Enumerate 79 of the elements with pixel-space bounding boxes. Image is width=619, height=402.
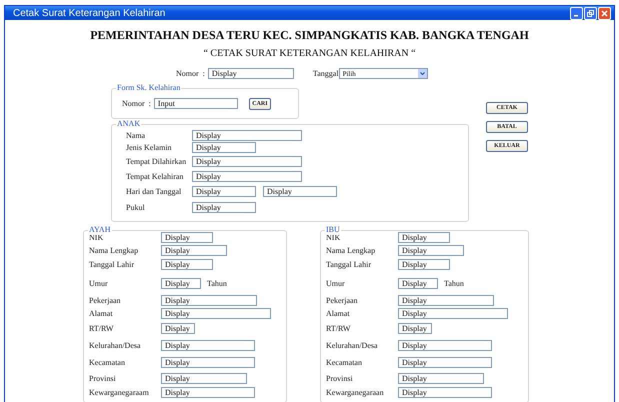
- field-label: RT/RW: [89, 324, 114, 332]
- field-label: Kewarganegaraam: [89, 388, 150, 397]
- field-label: RT/RW: [326, 324, 352, 332]
- display-field: Display: [161, 340, 255, 350]
- field-label: NIK: [89, 233, 104, 242]
- display-field: Display: [161, 356, 255, 368]
- display-field: Display: [398, 322, 432, 334]
- field-label: Hari dan Tanggal: [126, 187, 182, 196]
- field-label: Nomor: [122, 99, 145, 108]
- display-field: Display: [398, 259, 450, 270]
- field-label: Provinsi: [326, 374, 354, 382]
- display-field: Display: [398, 308, 508, 319]
- field-label: Tanggal: [312, 69, 339, 78]
- display-field: Display: [192, 130, 302, 140]
- display-field: Display: [161, 387, 255, 398]
- display-field: Display: [161, 232, 213, 243]
- unit-label: Tahun: [444, 278, 464, 288]
- field-label: Tempat Kelahiran: [126, 172, 184, 181]
- colon: :: [148, 99, 151, 108]
- group-title: AYAH: [88, 225, 112, 235]
- field-label: Provinsi: [89, 374, 117, 382]
- field-label: Tanggal Lahir: [89, 260, 135, 269]
- close-icon: [601, 10, 608, 16]
- field-label: Kelurahan/Desa: [89, 340, 142, 350]
- display-field: Display: [398, 232, 450, 243]
- display-field: Display: [161, 322, 195, 334]
- display-field: Display: [398, 387, 492, 398]
- field-label: Kecamatan: [326, 358, 363, 366]
- display-field: Display: [398, 295, 494, 306]
- heading: PEMERINTAHAN DESA TERU KEC. SIMPANGKATIS KAB. BANGKA TENGAH: [89, 28, 530, 43]
- field-label: Kecamatan: [89, 358, 126, 366]
- display-field: Display: [398, 340, 492, 350]
- field-label: Nama: [126, 130, 146, 140]
- close-button[interactable]: [598, 6, 611, 20]
- display-field: Display: [161, 245, 227, 256]
- display-field: Display: [161, 295, 257, 306]
- window-title: Cetak Surat Keterangan Kelahiran: [13, 8, 166, 18]
- field-label: Pekerjaan: [326, 296, 359, 305]
- chevron-down-icon: [420, 72, 425, 75]
- display-field: Display: [398, 278, 438, 288]
- display-field: Display: [161, 278, 201, 288]
- field-label: Pukul: [126, 202, 146, 212]
- display-field: Display: [192, 156, 302, 167]
- display-field: Display: [192, 202, 256, 212]
- subheading: “ CETAK SURAT KETERANGAN KELAHIRAN “: [202, 48, 417, 59]
- display-field: Display: [192, 142, 256, 153]
- unit-label: Tahun: [207, 278, 227, 288]
- field-label: Tanggal Lahir: [326, 260, 372, 269]
- display-field: Display: [398, 372, 484, 384]
- group-title: Form Sk. Kelahiran: [116, 83, 182, 93]
- field-label: Tempat Dilahirkan: [126, 157, 188, 166]
- display-field: Display: [161, 372, 247, 384]
- display-field: Display: [192, 171, 302, 182]
- field-label: NIK: [326, 233, 342, 242]
- minimize-button[interactable]: [570, 6, 583, 20]
- field-label: Umur: [326, 278, 346, 288]
- display-field: Display: [398, 356, 492, 368]
- field-label: Pekerjaan: [89, 296, 122, 305]
- field-label: Nomor: [176, 69, 199, 78]
- field-label: Alamat: [89, 309, 114, 318]
- field-label: Kewarganegaraan: [326, 388, 385, 397]
- input-field[interactable]: Input: [154, 98, 238, 109]
- restore-button[interactable]: [584, 6, 597, 20]
- field-label: Umur: [89, 278, 109, 288]
- field-label: Jenis Kelamin: [126, 143, 173, 152]
- group-title: IBU: [325, 225, 341, 235]
- display-field: Display: [161, 259, 213, 270]
- display-field: Display: [263, 186, 337, 197]
- field-label: Alamat: [326, 309, 351, 318]
- display-field: Display: [161, 308, 271, 319]
- group-title: ANAK: [116, 119, 142, 129]
- restore-icon: [587, 10, 594, 16]
- display-field: Display: [192, 186, 256, 197]
- field-label: Kelurahan/Desa: [326, 340, 379, 350]
- field-label: Nama Lengkap: [326, 246, 376, 255]
- colon: :: [202, 69, 205, 78]
- display-field: Display: [398, 245, 464, 256]
- nomor-field[interactable]: Display: [208, 68, 294, 79]
- field-label: Nama Lengkap: [89, 246, 140, 255]
